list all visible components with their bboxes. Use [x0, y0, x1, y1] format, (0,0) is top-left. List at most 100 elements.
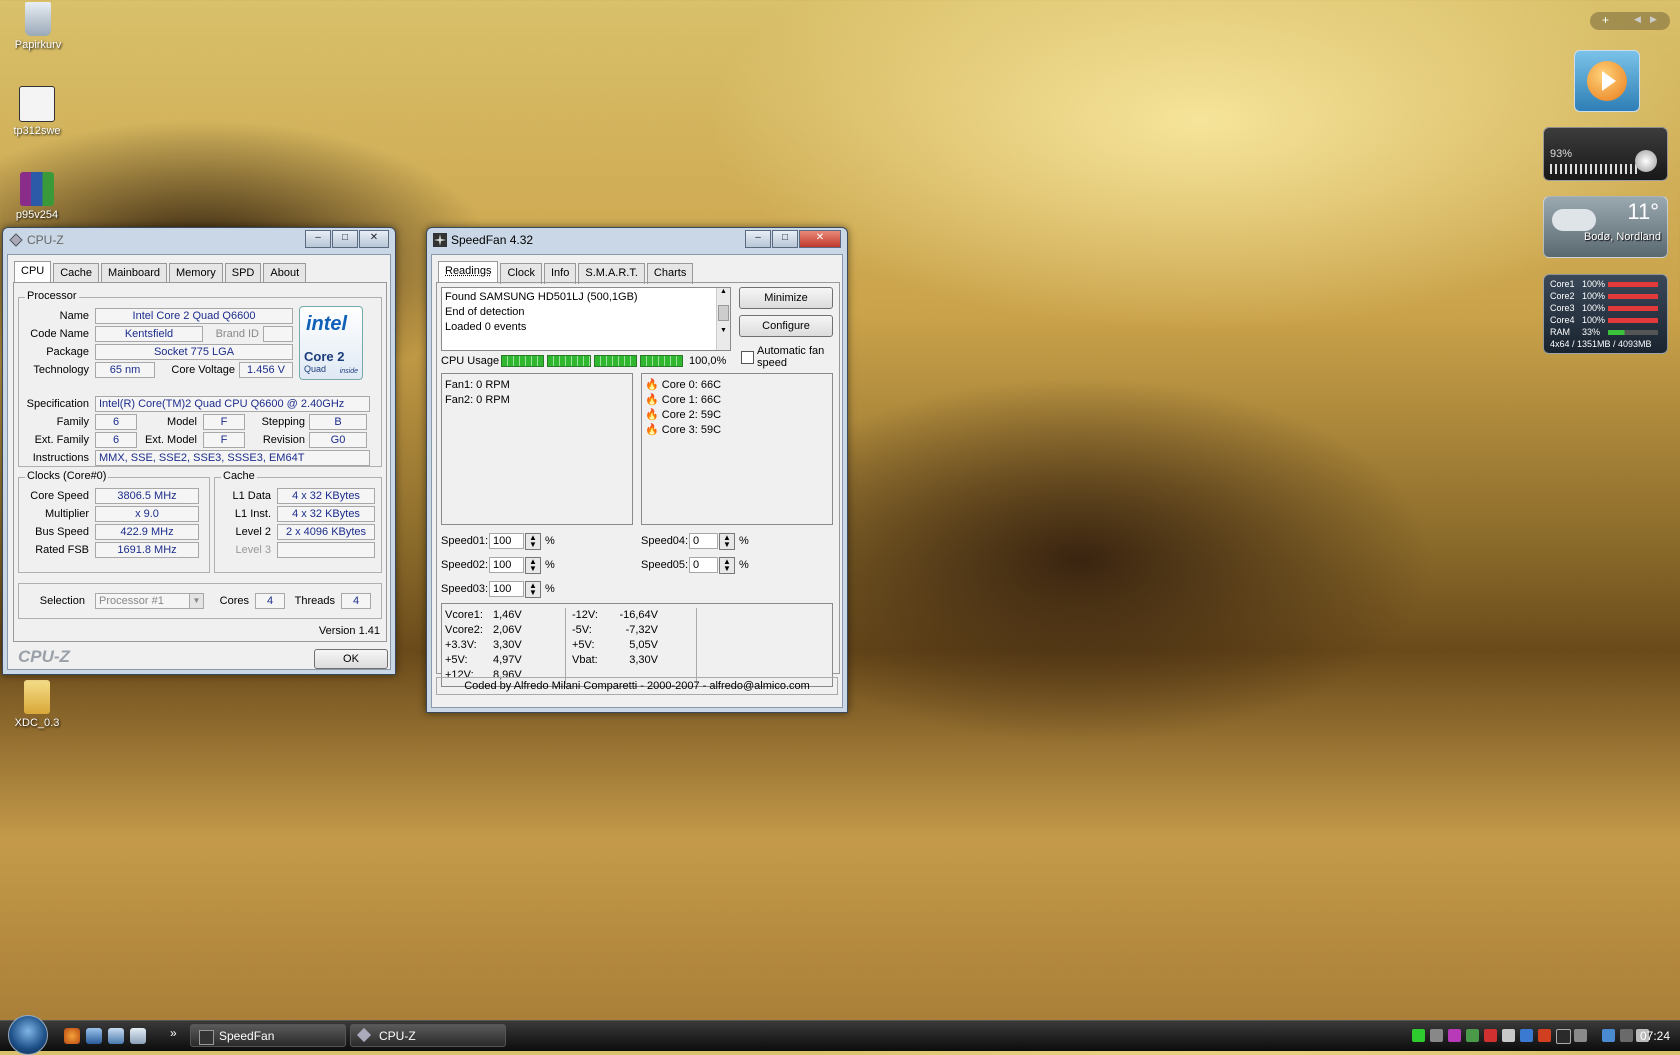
- minimize-app-button[interactable]: Minimize: [739, 287, 833, 309]
- brandid-label: Brand ID: [215, 328, 259, 340]
- quicklaunch-chevron[interactable]: »: [170, 1026, 177, 1040]
- family-value: 6: [95, 414, 137, 430]
- desktop-icon-tp312swe[interactable]: tp312swe: [2, 86, 72, 137]
- level2-value: 2 x 4096 KBytes: [277, 524, 375, 540]
- tray-app-icon[interactable]: [1430, 1029, 1443, 1042]
- speed-input[interactable]: 0: [689, 533, 718, 549]
- explorer-icon[interactable]: [130, 1028, 146, 1044]
- speedfan-tabs: Readings Clock Info S.M.A.R.T. Charts: [438, 261, 695, 284]
- tab-about[interactable]: About: [263, 263, 307, 284]
- speed-input[interactable]: 100: [489, 581, 524, 597]
- family-label: Family: [56, 416, 89, 428]
- network-status-icon[interactable]: [1620, 1029, 1633, 1042]
- maximize-button[interactable]: □: [772, 230, 798, 248]
- tab-spd[interactable]: SPD: [224, 263, 262, 284]
- close-button[interactable]: ✕: [799, 230, 841, 248]
- speedfan-titlebar[interactable]: SpeedFan 4.32 – □ ✕: [427, 228, 847, 252]
- tray-app-icon[interactable]: [1448, 1029, 1461, 1042]
- speed-input[interactable]: 100: [489, 557, 524, 573]
- app-icon: [19, 86, 55, 122]
- tab-info[interactable]: Info: [544, 263, 577, 284]
- add-gadget-icon[interactable]: +: [1602, 13, 1609, 27]
- tab-mainboard[interactable]: Mainboard: [101, 263, 168, 284]
- tray-app-icon[interactable]: [1538, 1029, 1551, 1042]
- spinner-icon[interactable]: ▲ ▼: [525, 557, 541, 574]
- tray-app-icon[interactable]: [1556, 1029, 1571, 1044]
- media-player-gadget[interactable]: [1574, 50, 1640, 112]
- desktop-icon-recycle-bin[interactable]: Papirkurv: [3, 2, 73, 51]
- next-icon[interactable]: ▶: [1650, 14, 1657, 25]
- selection-dropdown[interactable]: Processor #1 ▼: [95, 593, 204, 609]
- busspeed-value: 422.9 MHz: [95, 524, 199, 540]
- cpuz-titlebar[interactable]: CPU-Z – □ ✕: [3, 228, 395, 252]
- spinner-icon[interactable]: ▲ ▼: [525, 533, 541, 550]
- desktop-icon-label: Papirkurv: [14, 39, 62, 51]
- cpuz-window: CPU-Z – □ ✕ CPU Cache Mainboard Memory S…: [2, 227, 396, 675]
- desktop-icon-xdc[interactable]: XDC_0.3: [2, 680, 72, 729]
- volume-percent: 93%: [1550, 148, 1573, 160]
- log-line: Loaded 0 events: [445, 321, 527, 333]
- tab-smart[interactable]: S.M.A.R.T.: [578, 263, 645, 284]
- cpu-meter-gadget[interactable]: Core1 100% Core2 100% Core3 100% Core4 100% …: [1543, 274, 1668, 354]
- taskbar-button-speedfan[interactable]: SpeedFan: [190, 1024, 346, 1047]
- ratedfsb-label: Rated FSB: [35, 544, 89, 556]
- minimize-button[interactable]: –: [745, 230, 771, 248]
- firefox-icon[interactable]: [64, 1028, 80, 1044]
- volume-bars: [1550, 164, 1640, 174]
- checkbox-box[interactable]: [741, 351, 754, 364]
- tab-clock[interactable]: Clock: [500, 263, 542, 284]
- volume-gadget[interactable]: 93%: [1543, 127, 1668, 181]
- log-listbox[interactable]: Found SAMSUNG HD501LJ (500,1GB) End of d…: [441, 287, 731, 351]
- spinner-icon[interactable]: ▲ ▼: [525, 581, 541, 598]
- close-button[interactable]: ✕: [359, 230, 389, 248]
- tray-app-icon[interactable]: [1574, 1029, 1587, 1042]
- cpuz-footer-logo: CPU-Z: [18, 647, 70, 666]
- l1inst-label: L1 Inst.: [234, 508, 271, 520]
- temps-panel: 🔥 Core 0: 66C 🔥 Core 1: 66C 🔥 Core 2: 59…: [641, 373, 833, 525]
- spinner-icon[interactable]: ▲ ▼: [719, 557, 735, 574]
- multiplier-label: Multiplier: [44, 508, 89, 520]
- fan-icon: [199, 1030, 214, 1045]
- tab-cpu[interactable]: CPU: [14, 261, 52, 282]
- tab-memory[interactable]: Memory: [169, 263, 223, 284]
- tray-app-icon[interactable]: [1502, 1029, 1515, 1042]
- network-icon[interactable]: [1412, 1029, 1425, 1042]
- instructions-label: Instructions: [32, 452, 89, 464]
- speed-input[interactable]: 100: [489, 533, 524, 549]
- speed-unit: %: [545, 583, 555, 595]
- fan-reading: Fan1: 0 RPM: [445, 379, 510, 391]
- intel-logo-sub2: Quad: [304, 364, 327, 374]
- voltage-row: +5V: 4,97V: [445, 654, 522, 666]
- speed-input[interactable]: 0: [689, 557, 718, 573]
- tab-charts[interactable]: Charts: [646, 263, 694, 284]
- tab-cache[interactable]: Cache: [53, 263, 100, 284]
- minimize-button[interactable]: –: [305, 230, 331, 248]
- tab-readings[interactable]: Readings: [438, 261, 499, 282]
- ok-button[interactable]: OK: [314, 649, 388, 669]
- log-scrollbar[interactable]: ▲ ▼: [716, 288, 730, 350]
- scroll-down-icon[interactable]: ▼: [717, 327, 730, 334]
- recycle-bin-icon: [25, 2, 51, 36]
- meter-bar: [1608, 306, 1658, 311]
- taskbar-button-cpuz[interactable]: CPU-Z: [350, 1024, 506, 1047]
- tray-app-icon[interactable]: [1484, 1029, 1497, 1042]
- scroll-thumb[interactable]: [718, 305, 729, 321]
- taskbar-clock[interactable]: 07:24: [1640, 1029, 1670, 1043]
- start-button[interactable]: [8, 1015, 48, 1055]
- tray-app-icon[interactable]: [1466, 1029, 1479, 1042]
- corespeed-value: 3806.5 MHz: [95, 488, 199, 504]
- configure-button[interactable]: Configure: [739, 315, 833, 337]
- desktop-icon-p95v254[interactable]: p95v254: [2, 172, 72, 221]
- show-desktop-icon[interactable]: [86, 1028, 102, 1044]
- name-value: Intel Core 2 Quad Q6600: [95, 308, 293, 324]
- tray-app-icon[interactable]: [1520, 1029, 1533, 1042]
- spinner-icon[interactable]: ▲ ▼: [719, 533, 735, 550]
- scroll-up-icon[interactable]: ▲: [717, 288, 730, 295]
- prev-icon[interactable]: ◀: [1634, 14, 1641, 25]
- display-icon[interactable]: [1602, 1029, 1615, 1042]
- weather-gadget[interactable]: 11° Bodø, Nordland: [1543, 196, 1668, 258]
- speed-unit: %: [545, 559, 555, 571]
- maximize-button[interactable]: □: [332, 230, 358, 248]
- switch-windows-icon[interactable]: [108, 1028, 124, 1044]
- extmodel-label: Ext. Model: [145, 434, 197, 446]
